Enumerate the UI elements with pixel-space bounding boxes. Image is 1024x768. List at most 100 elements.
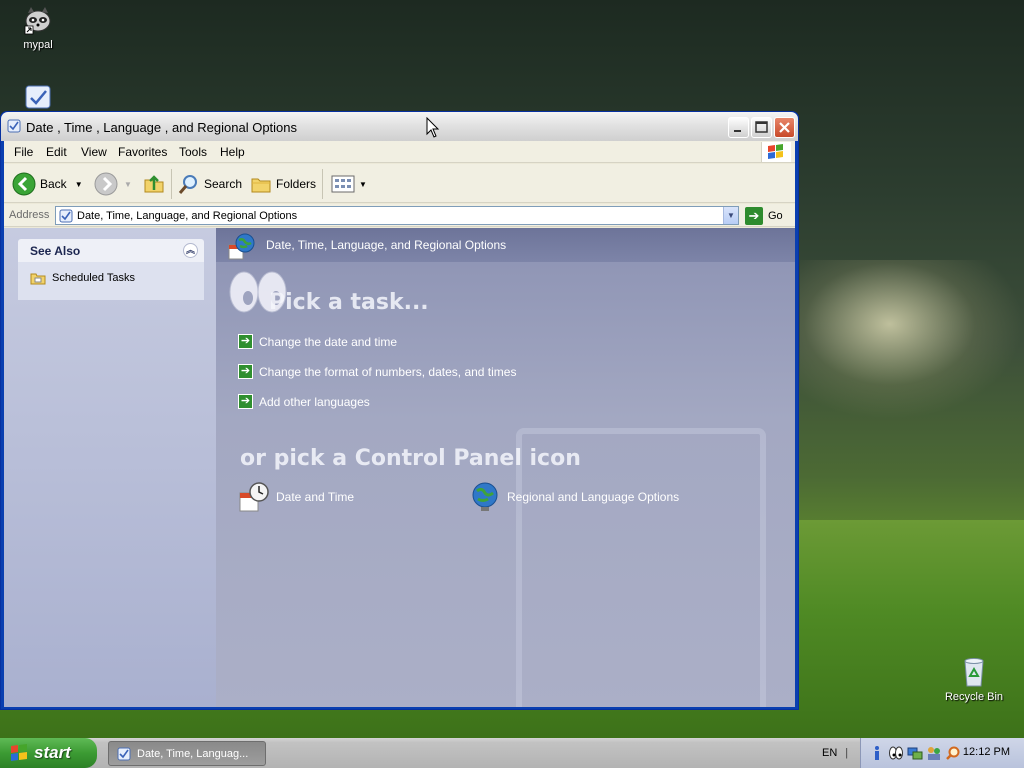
forward-arrow-icon [94,172,118,196]
taskbar-window-button[interactable]: Date, Time, Languag... [108,741,266,766]
desktop-icon-label: mypal [23,39,53,51]
info-icon[interactable] [869,745,885,761]
folder-icon [251,178,271,193]
collapse-chevron-icon[interactable]: ︽ [183,243,198,258]
scheduled-tasks-label: Scheduled Tasks [52,272,135,284]
control-panel-window-icon[interactable] [7,119,21,133]
category-title: Date, Time, Language, and Regional Optio… [266,238,507,252]
forward-dropdown-icon[interactable]: ▼ [124,180,132,189]
language-indicator[interactable]: EN | [816,738,860,768]
clock-calendar-icon [239,482,269,512]
task-arrow-icon: ➔ [238,334,253,349]
taskbar: start Date, Time, Languag... EN | 12:12 … [0,738,1024,768]
toolbar-separator [171,169,172,199]
up-folder-button[interactable] [142,171,166,197]
toolbar-separator [322,169,323,199]
task-pane: See Also ︽ Scheduled Tasks [4,228,216,707]
address-dropdown-button[interactable]: ▼ [723,207,738,224]
menu-edit[interactable]: Edit [46,145,67,159]
window-title: Date , Time , Language , and Regional Op… [26,120,298,135]
desktop-icon-recycle-bin[interactable]: Recycle Bin [936,656,1012,703]
content-area: See Also ︽ Scheduled Tasks Date, Time, L… [4,228,795,707]
start-label: start [34,743,71,762]
see-also-header[interactable]: See Also ︽ [18,239,204,262]
globe-icon [472,482,498,511]
main-pane: Date, Time, Language, and Regional Optio… [216,228,795,707]
regional-language-options-item[interactable]: Regional and Language Options [469,481,679,513]
back-label: Back [40,177,67,191]
forward-button[interactable]: ▼ [94,171,132,197]
regional-language-options-label: Regional and Language Options [507,490,680,504]
menu-favorites[interactable]: Favorites [118,145,167,159]
windows-flag-icon [11,744,27,761]
recycle-bin-icon [958,656,990,688]
minimize-button[interactable] [728,117,749,138]
system-tray: 12:12 PM [860,738,1024,768]
task-label: Change the date and time [259,334,398,349]
sky-glow [800,260,1024,420]
folders-label: Folders [276,177,317,191]
globe-calendar-icon [228,233,255,260]
menu-tools[interactable]: Tools [179,145,207,159]
task-label: Change the format of numbers, dates, and… [259,364,517,379]
see-also-panel: See Also ︽ Scheduled Tasks [18,239,204,300]
language-bar-grip-icon: | [845,747,849,759]
desktop-icon-label: Recycle Bin [944,691,1004,703]
search-icon [178,175,197,194]
address-bar: Address Date, Time, Language, and Region… [4,204,795,227]
taskbar-window-label: Date, Time, Languag... [137,747,249,760]
address-value: Date, Time, Language, and Regional Optio… [77,210,298,222]
eyes-tray-icon[interactable] [888,745,904,761]
language-label: EN [822,747,838,759]
window-body: File Edit View Favorites Tools Help Back… [4,141,795,707]
go-button[interactable]: ➔ Go [745,206,783,225]
up-folder-icon [144,175,164,193]
date-and-time-item[interactable]: Date and Time [238,481,354,513]
network-icon[interactable] [907,745,923,761]
task-change-date-time[interactable]: ➔ Change the date and time [238,334,397,349]
menu-file[interactable]: File [14,145,33,159]
views-icon [331,175,355,193]
address-field[interactable]: Date, Time, Language, and Regional Optio… [55,206,739,225]
search-label: Search [204,177,243,191]
task-add-languages[interactable]: ➔ Add other languages [238,394,370,409]
control-panel-small-icon [59,209,73,223]
close-button[interactable] [774,117,795,138]
menu-view[interactable]: View [81,145,107,159]
views-button[interactable]: ▼ [331,171,367,197]
search-button[interactable]: Search [178,171,242,197]
menu-bar: File Edit View Favorites Tools Help [4,141,795,163]
people-icon[interactable] [926,745,942,761]
pick-a-task-heading: Pick a task... [269,290,429,315]
task-label: Add other languages [259,394,370,409]
task-arrow-icon: ➔ [238,364,253,379]
title-bar[interactable]: Date , Time , Language , and Regional Op… [1,112,798,141]
back-button[interactable]: Back ▼ [12,171,83,197]
pick-control-panel-icon-heading: or pick a Control Panel icon [240,446,581,471]
raccoon-icon [22,4,54,36]
folders-button[interactable]: Folders [250,171,316,197]
mouse-cursor-icon [426,117,440,138]
back-arrow-icon [12,172,36,196]
maximize-button[interactable] [751,117,772,138]
date-and-time-label: Date and Time [276,490,355,504]
scheduled-tasks-link[interactable]: Scheduled Tasks [30,271,135,285]
search-tray-icon[interactable] [945,745,961,761]
views-dropdown-icon[interactable]: ▼ [359,180,367,189]
toolbar: Back ▼ ▼ Search Folders ▼ [4,164,795,203]
clock[interactable]: 12:12 PM [963,746,1010,758]
back-dropdown-icon[interactable]: ▼ [75,180,83,189]
control-panel-small-icon [117,747,131,760]
see-also-title: See Also [30,244,81,258]
explorer-window: Date , Time , Language , and Regional Op… [0,111,799,710]
category-header: Date, Time, Language, and Regional Optio… [216,228,795,262]
menu-help[interactable]: Help [220,145,245,159]
go-arrow-icon: ➔ [745,206,763,225]
go-label: Go [768,209,783,222]
windows-logo-icon [761,142,791,162]
task-change-format[interactable]: ➔ Change the format of numbers, dates, a… [238,364,516,379]
desktop-icon-mypal[interactable]: mypal [0,4,76,51]
scheduled-tasks-icon [30,273,46,285]
see-also-body: Scheduled Tasks [18,262,204,300]
start-button[interactable]: start [0,738,97,768]
